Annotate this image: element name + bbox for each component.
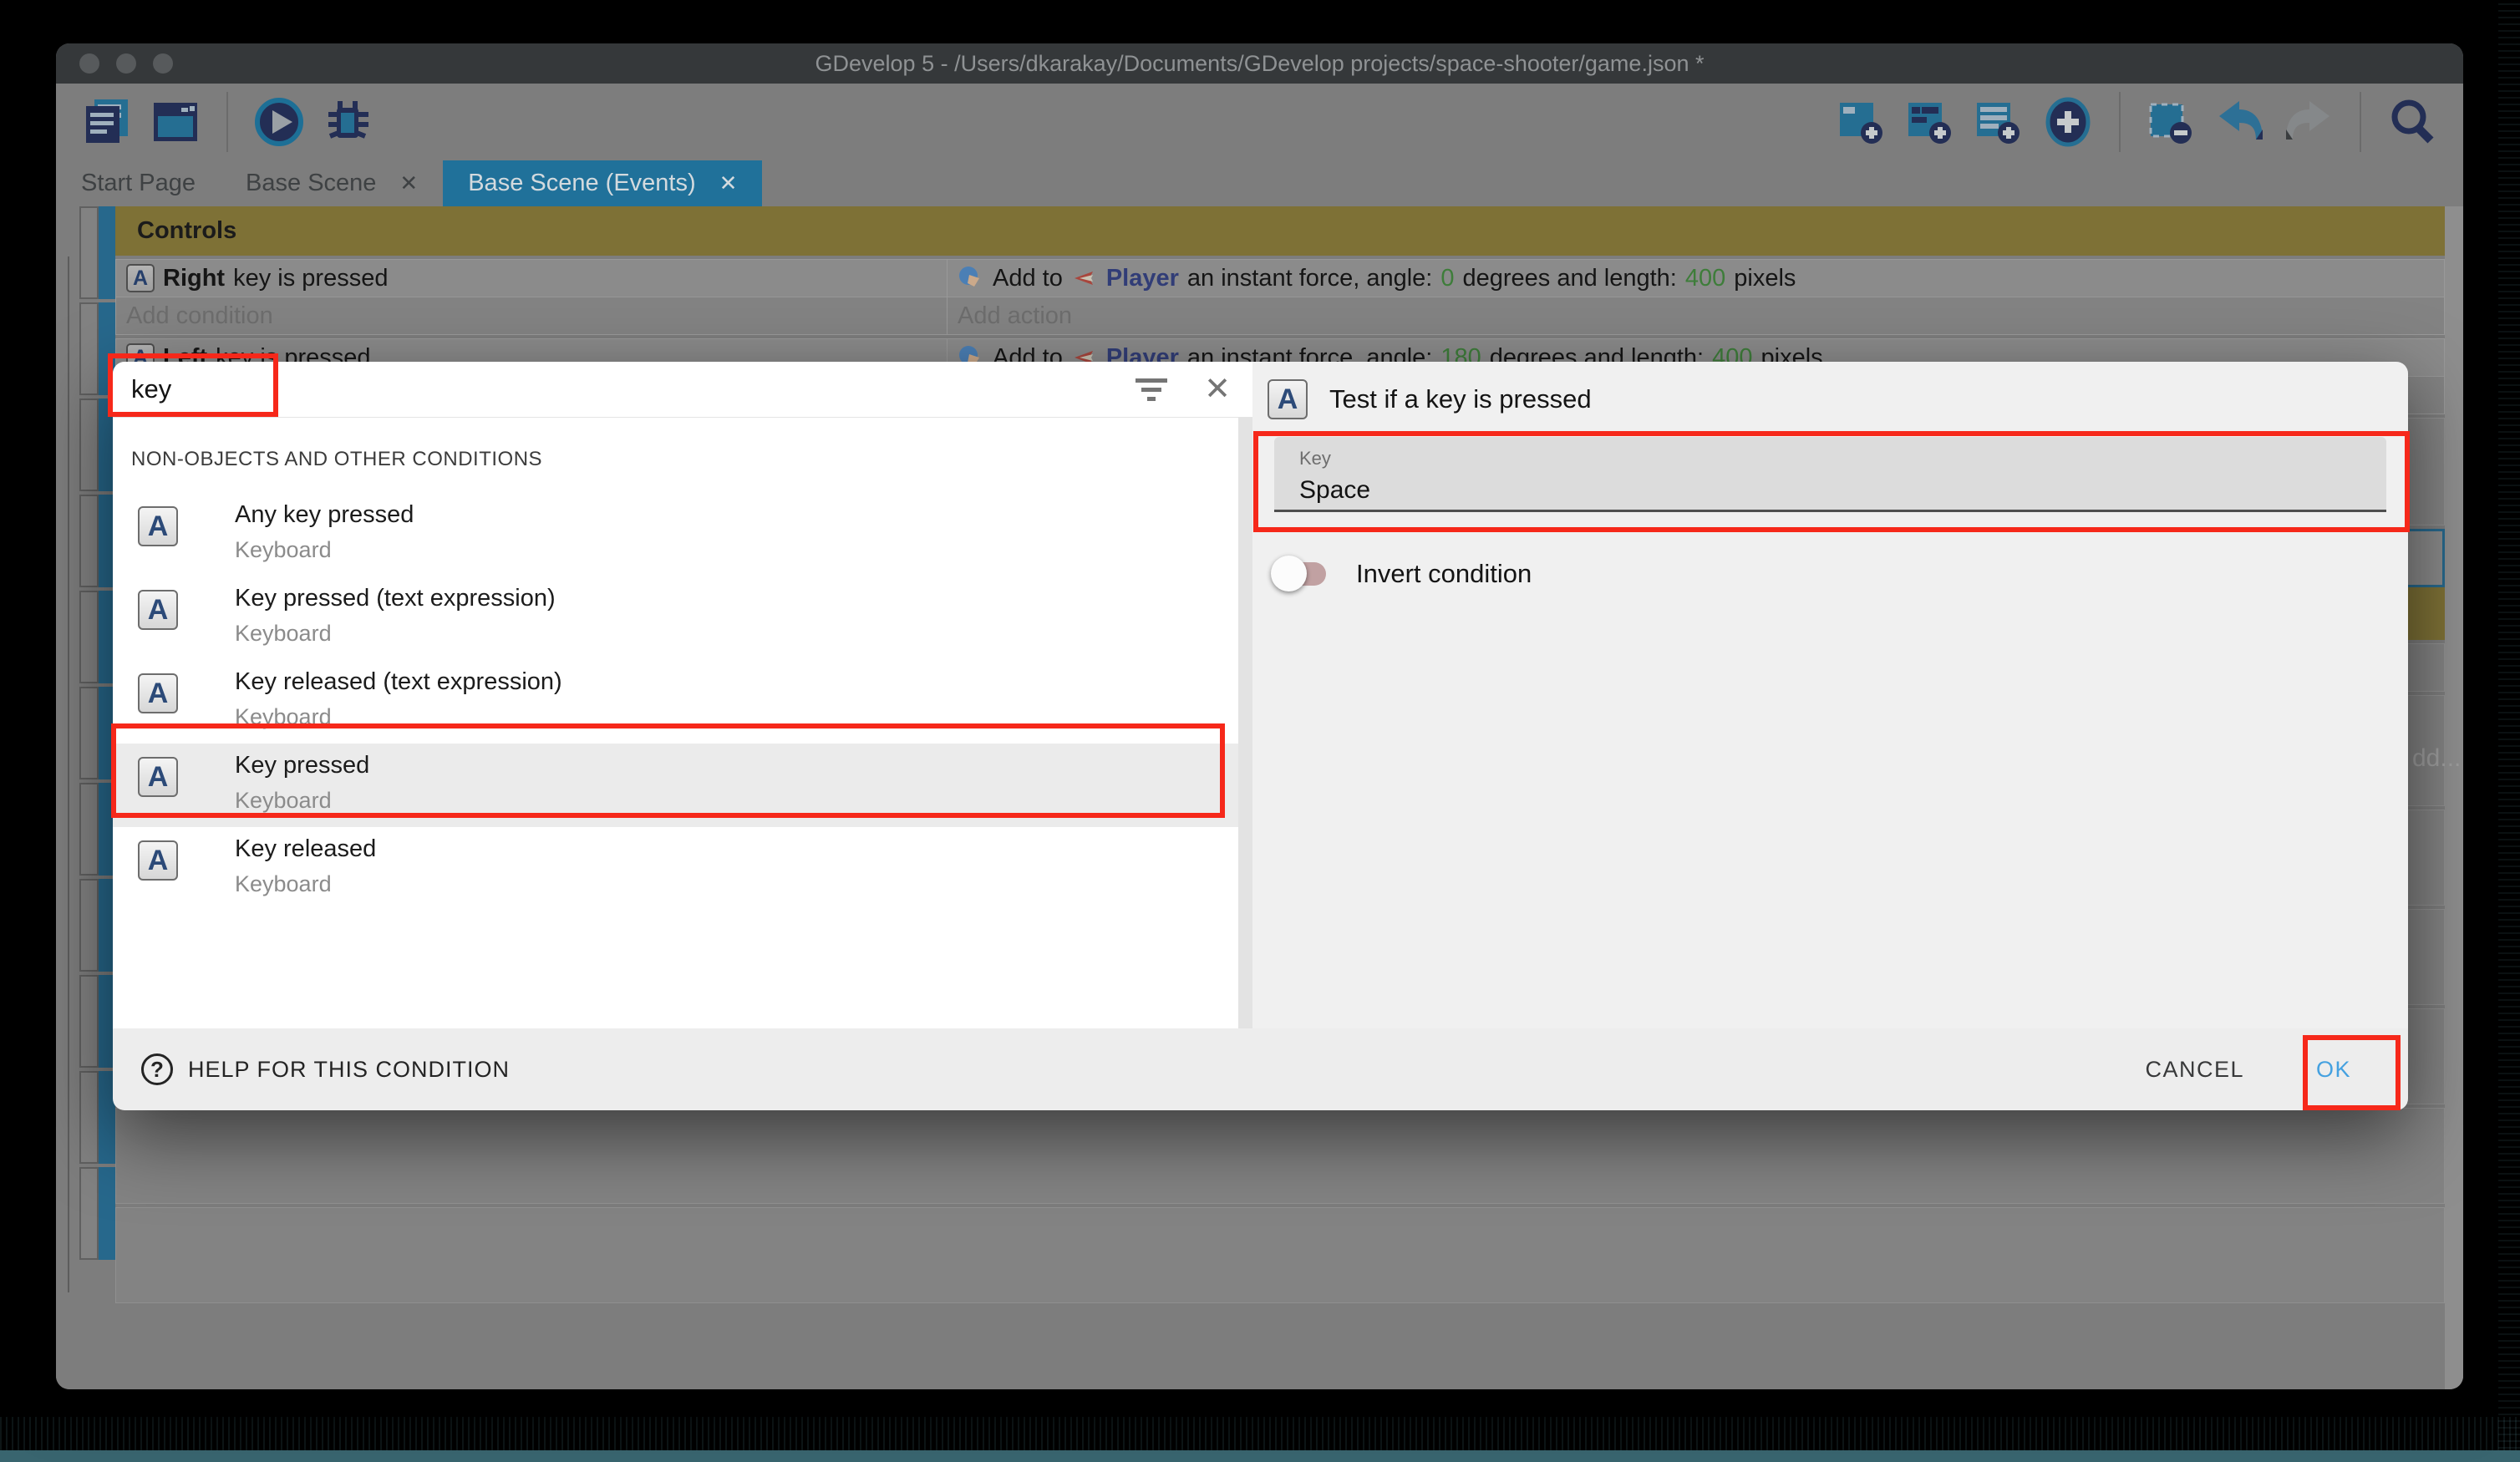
close-tab-icon[interactable]: ✕ [719, 170, 738, 196]
invert-condition-label: Invert condition [1356, 559, 1532, 589]
list-item-key-pressed-text-expression[interactable]: A Key pressed (text expression) Keyboard [113, 576, 1252, 660]
event-drag-handles[interactable] [79, 206, 99, 1260]
comment-row-controls[interactable]: Controls [115, 206, 2445, 256]
list-section-header: NON-OBJECTS AND OTHER CONDITIONS [131, 448, 1252, 471]
action-add-force[interactable]: Add to Player an instant force, angle: 0… [948, 260, 2444, 297]
annotation-box-search [108, 353, 278, 417]
add-external-layout-icon[interactable] [1974, 96, 2025, 148]
list-item-key-released[interactable]: A Key released Keyboard [113, 827, 1252, 911]
player-ship-icon [1071, 265, 1098, 292]
events-tree-line [68, 256, 69, 1292]
annotation-box-key-field [1253, 431, 2410, 532]
force-icon [958, 265, 984, 292]
redo-icon[interactable] [2283, 96, 2335, 148]
events-right-margin [2445, 206, 2463, 1389]
project-manager-icon[interactable] [81, 96, 133, 148]
keyboard-key-icon: A [138, 840, 178, 881]
keyboard-key-icon: A [138, 590, 178, 630]
event-row [115, 1207, 2445, 1303]
close-icon[interactable]: ✕ [1204, 373, 1231, 405]
keyboard-key-icon: A [1268, 379, 1308, 419]
debug-icon[interactable] [322, 96, 373, 148]
toolbar-divider [226, 92, 228, 152]
keyboard-key-icon: A [138, 506, 178, 546]
condition-title: Test if a key is pressed [1329, 384, 1592, 414]
search-row: key ✕ [113, 362, 1252, 418]
add-scene-icon[interactable] [1837, 96, 1888, 148]
scene-editor-icon[interactable] [150, 96, 201, 148]
invert-condition-toggle[interactable] [1278, 561, 1326, 586]
add-icon[interactable] [2042, 96, 2094, 148]
titlebar: GDevelop 5 - /Users/dkarakay/Documents/G… [56, 43, 2463, 84]
remove-selection-icon[interactable] [2146, 96, 2197, 148]
toolbar-divider [2360, 92, 2361, 152]
tab-base-scene[interactable]: Base Scene ✕ [221, 160, 443, 206]
list-scrollbar[interactable] [1238, 418, 1252, 1028]
tab-bar: Start Page Base Scene ✕ Base Scene (Even… [56, 160, 2463, 206]
annotation-box-ok [2303, 1035, 2401, 1110]
cancel-button[interactable]: CANCEL [2145, 1057, 2244, 1083]
condition-right-key[interactable]: A Right key is pressed [116, 260, 947, 297]
toolbar-divider [2119, 92, 2121, 152]
add-condition-button[interactable]: Add condition [116, 297, 947, 334]
play-icon[interactable] [253, 96, 305, 148]
toolbar [56, 84, 2463, 160]
truncated-add-text: dd... [2412, 744, 2461, 773]
tab-start-page[interactable]: Start Page [56, 160, 221, 206]
desktop-texture [0, 1417, 2520, 1450]
search-icon[interactable] [2386, 96, 2438, 148]
list-item-any-key-pressed[interactable]: A Any key pressed Keyboard [113, 493, 1252, 576]
window-title: GDevelop 5 - /Users/dkarakay/Documents/G… [56, 51, 2463, 77]
event-row: A Right key is pressed Add condition Add… [115, 259, 2445, 335]
condition-list-pane: key ✕ NON-OBJECTS AND OTHER CONDITIONS A… [113, 362, 1252, 1028]
tab-base-scene-events[interactable]: Base Scene (Events) ✕ [443, 160, 762, 206]
filter-icon[interactable] [1136, 378, 1167, 401]
keyboard-key-icon: A [126, 264, 155, 292]
desktop-edge [0, 1450, 2520, 1462]
desktop-texture [2498, 0, 2520, 1462]
keyboard-key-icon: A [138, 673, 178, 713]
annotation-box-key-pressed [111, 723, 1225, 818]
dialog-footer: ? HELP FOR THIS CONDITION CANCEL OK [113, 1028, 2408, 1110]
undo-icon[interactable] [2214, 96, 2266, 148]
event-row [115, 1108, 2445, 1204]
close-tab-icon[interactable]: ✕ [399, 170, 418, 196]
add-external-events-icon[interactable] [1905, 96, 1957, 148]
help-icon: ? [141, 1053, 173, 1085]
add-action-button[interactable]: Add action [948, 297, 2444, 334]
help-button[interactable]: ? HELP FOR THIS CONDITION [141, 1053, 510, 1085]
